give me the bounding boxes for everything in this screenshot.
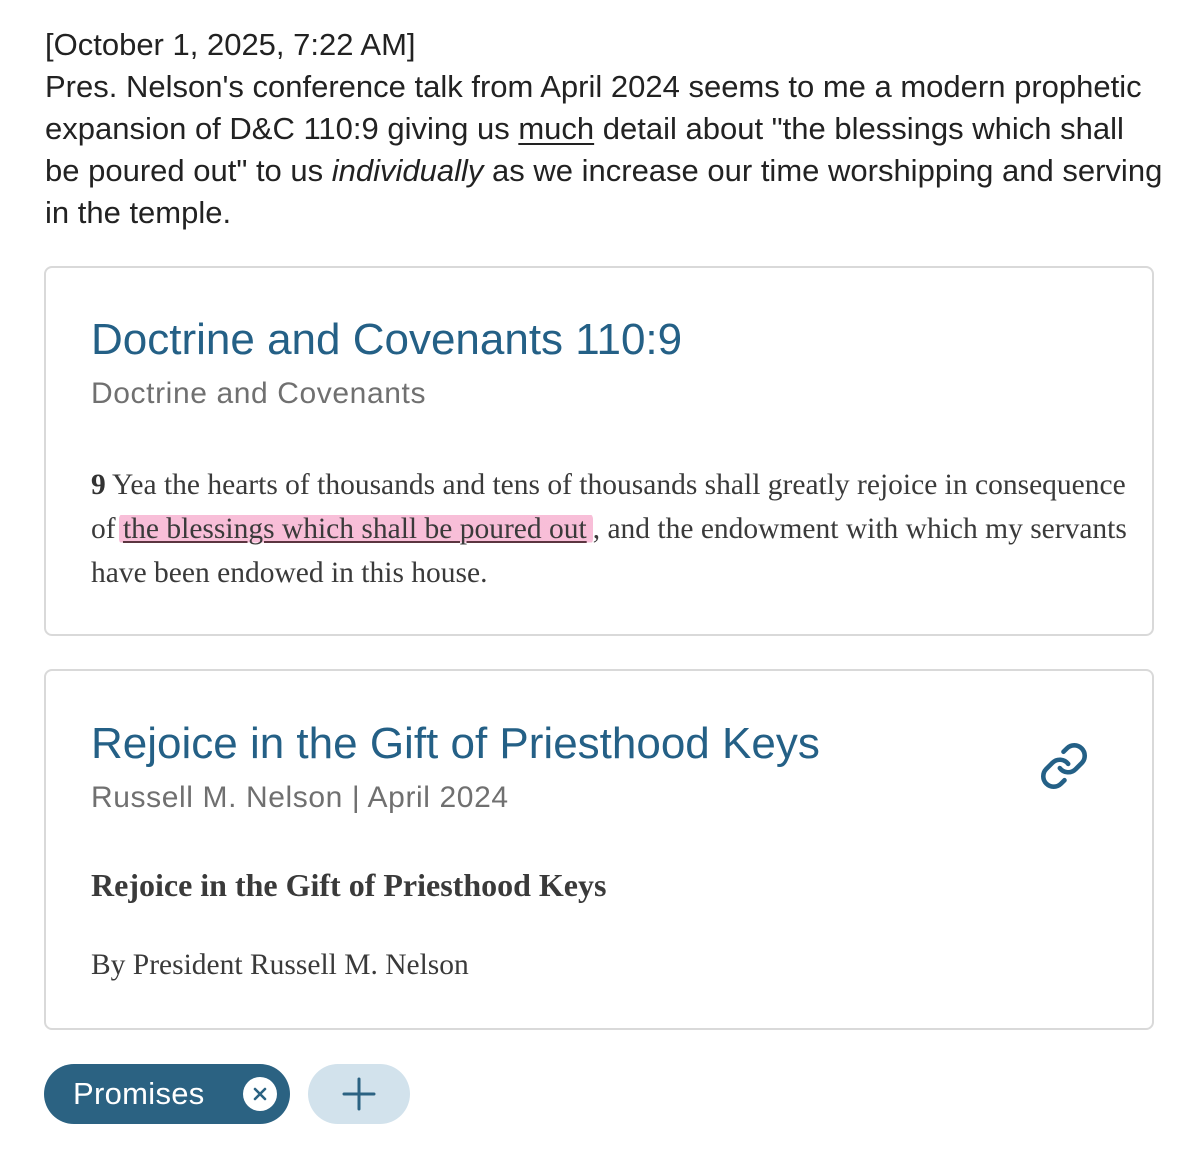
tag-list: Promises <box>44 1064 410 1124</box>
note-text-italic: individually <box>331 153 484 188</box>
scripture-title[interactable]: Doctrine and Covenants 110:9 <box>91 314 682 366</box>
add-tag-button[interactable] <box>308 1064 410 1124</box>
talk-title[interactable]: Rejoice in the Gift of Priesthood Keys <box>91 718 820 770</box>
note-text-underlined: much <box>518 111 595 146</box>
scripture-subtitle: Doctrine and Covenants <box>91 377 427 410</box>
plus-icon <box>342 1077 376 1111</box>
talk-subtitle: Russell M. Nelson | April 2024 <box>91 781 509 814</box>
talk-card[interactable]: Rejoice in the Gift of Priesthood Keys R… <box>44 669 1154 1030</box>
verse-highlight[interactable]: the blessings which shall be poured out <box>118 513 593 545</box>
note-text: Pres. Nelson's conference talk from Apri… <box>45 66 1165 234</box>
talk-byline: By President Russell M. Nelson <box>91 949 469 981</box>
tag-label: Promises <box>73 1076 205 1111</box>
tag-chip-promises[interactable]: Promises <box>44 1064 290 1124</box>
note-timestamp: [October 1, 2025, 7:22 AM] <box>45 27 416 62</box>
scripture-card[interactable]: Doctrine and Covenants 110:9 Doctrine an… <box>44 266 1154 636</box>
tag-remove-button[interactable] <box>243 1077 277 1111</box>
note-body: [October 1, 2025, 7:22 AM] Pres. Nelson'… <box>45 24 1165 234</box>
link-icon <box>1041 743 1087 789</box>
link-button[interactable] <box>1036 738 1092 794</box>
close-icon <box>253 1087 267 1101</box>
scripture-verse: 9 Yea the hearts of thousands and tens o… <box>91 463 1131 595</box>
verse-number: 9 <box>91 469 106 501</box>
talk-heading: Rejoice in the Gift of Priesthood Keys <box>91 867 607 903</box>
